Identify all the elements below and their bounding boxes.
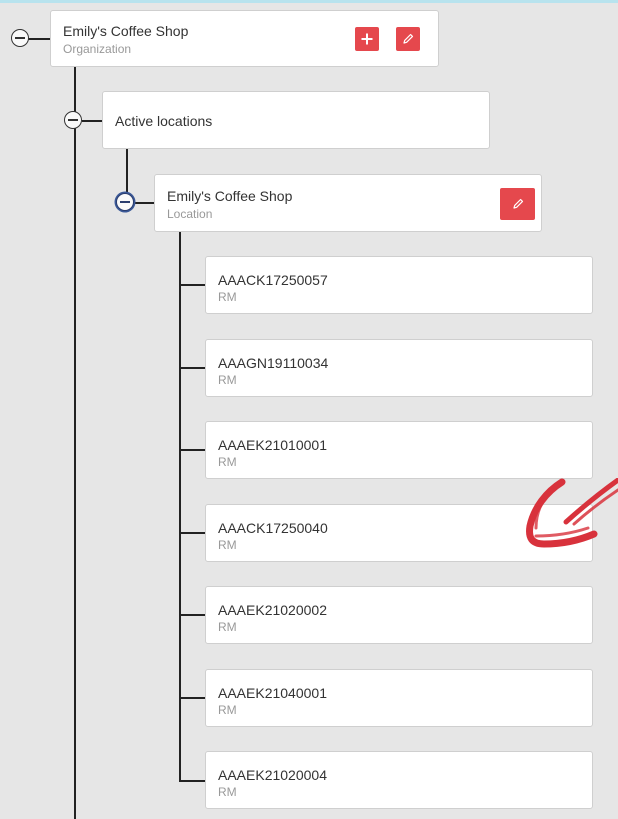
collapse-active-locations-toggle[interactable] xyxy=(64,111,82,129)
tree-connector xyxy=(179,284,206,286)
device-id: AAAEK21040001 xyxy=(218,685,327,701)
tree-connector xyxy=(179,697,206,699)
device-type: RM xyxy=(218,538,237,552)
edit-location-button[interactable] xyxy=(500,188,535,220)
red-arrow-annotation xyxy=(526,478,618,548)
tree-connector xyxy=(126,149,128,196)
top-accent-bar xyxy=(0,0,618,3)
location-type: Location xyxy=(167,207,213,221)
pencil-icon xyxy=(512,198,523,209)
collapse-location-toggle[interactable] xyxy=(116,193,134,211)
organization-name: Emily's Coffee Shop xyxy=(63,23,189,39)
tree-connector xyxy=(28,38,50,40)
device-type: RM xyxy=(218,455,237,469)
edit-organization-button[interactable] xyxy=(396,27,420,51)
add-button[interactable] xyxy=(355,27,379,51)
tree-connector xyxy=(179,367,206,369)
device-node[interactable]: AAAEK21020002 RM xyxy=(205,586,593,644)
device-id: AAAGN19110034 xyxy=(218,355,329,371)
collapse-organization-toggle[interactable] xyxy=(11,29,29,47)
location-node[interactable]: Emily's Coffee Shop Location xyxy=(154,174,542,232)
active-locations-node[interactable]: Active locations xyxy=(102,91,490,149)
tree-connector xyxy=(134,202,154,204)
device-node[interactable]: AAAEK21020004 RM xyxy=(205,751,593,809)
device-type: RM xyxy=(218,290,237,304)
device-id: AAACK17250040 xyxy=(218,520,328,536)
device-id: AAACK17250057 xyxy=(218,272,328,288)
device-node[interactable]: AAACK17250057 RM xyxy=(205,256,593,314)
device-id: AAAEK21020004 xyxy=(218,767,327,783)
tree-connector xyxy=(179,449,206,451)
organization-node[interactable]: Emily's Coffee Shop Organization xyxy=(50,10,439,67)
tree-connector xyxy=(179,532,206,534)
device-type: RM xyxy=(218,785,237,799)
location-name: Emily's Coffee Shop xyxy=(167,188,293,204)
pencil-icon xyxy=(403,33,414,44)
tree-connector xyxy=(179,614,206,616)
tree-connector xyxy=(179,780,206,782)
device-id: AAAEK21010001 xyxy=(218,437,327,453)
device-type: RM xyxy=(218,703,237,717)
device-node[interactable]: AAAGN19110034 RM xyxy=(205,339,593,397)
device-node[interactable]: AAAEK21040001 RM xyxy=(205,669,593,727)
active-locations-label: Active locations xyxy=(115,113,213,129)
device-type: RM xyxy=(218,373,237,387)
plus-icon xyxy=(361,33,373,45)
organization-type: Organization xyxy=(63,42,132,56)
device-id: AAAEK21020002 xyxy=(218,602,327,618)
device-node[interactable]: AAAEK21010001 RM xyxy=(205,421,593,479)
device-type: RM xyxy=(218,620,237,634)
tree-connector xyxy=(74,66,76,819)
tree-connector xyxy=(82,120,102,122)
